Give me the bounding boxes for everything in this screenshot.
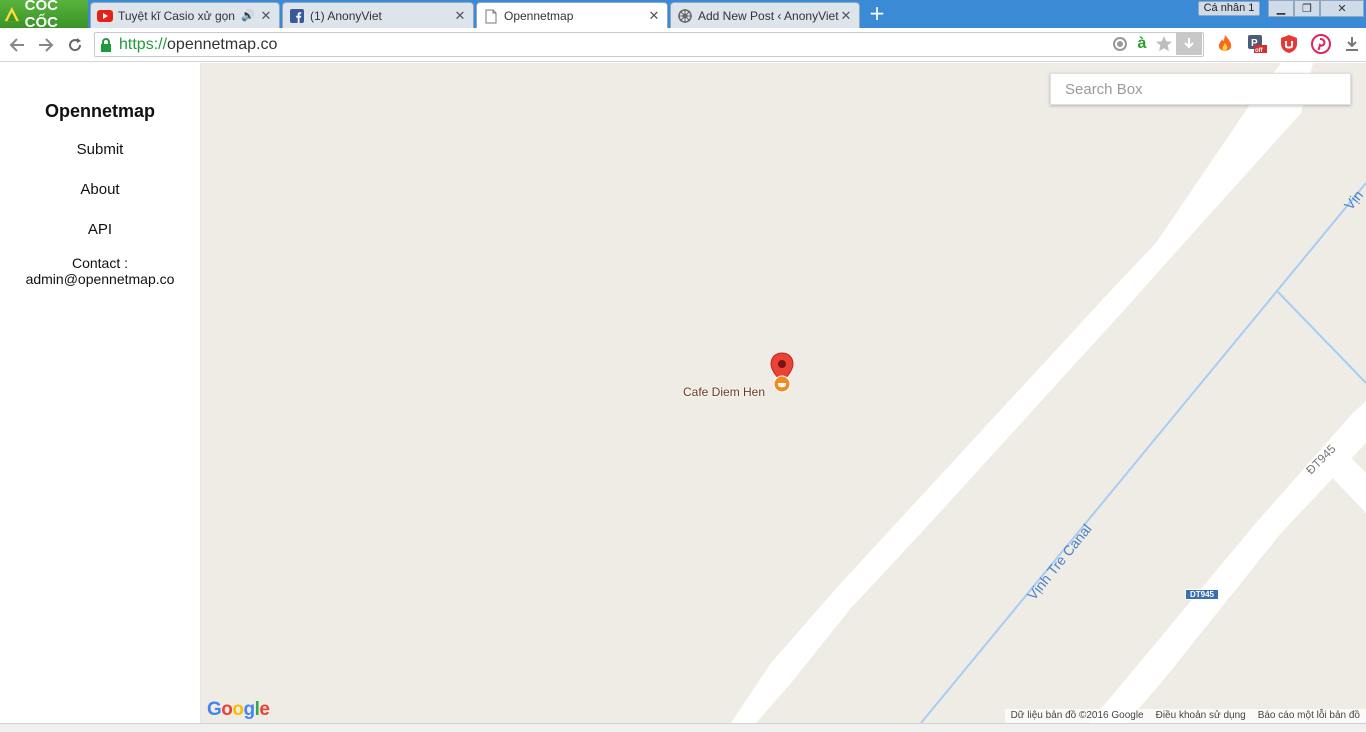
reload-icon[interactable] <box>63 33 87 57</box>
sidebar: Opennetmap Submit About API Contact : ad… <box>0 63 201 723</box>
tab-wordpress[interactable]: Add New Post ‹ AnonyViet ✕ <box>670 2 860 28</box>
terms-link[interactable]: Điều khoản sử dụng <box>1156 709 1246 723</box>
forward-icon[interactable] <box>34 33 58 57</box>
vietnamese-input-icon[interactable]: à <box>1131 33 1153 55</box>
download-page-icon[interactable] <box>1176 33 1202 55</box>
url-text: https://opennetmap.co <box>119 35 278 53</box>
contact-label: Contact : <box>71 255 129 271</box>
wordpress-icon <box>677 8 693 24</box>
minimize-icon[interactable]: ▁ <box>1268 0 1294 17</box>
tab-title: Add New Post ‹ AnonyViet <box>698 8 839 23</box>
report-error-link[interactable]: Báo cáo một lỗi bản đồ <box>1258 709 1360 723</box>
tab-facebook[interactable]: (1) AnonyViet ✕ <box>282 2 474 28</box>
road <box>731 63 1313 723</box>
downloads-icon[interactable] <box>1341 33 1363 55</box>
close-window-icon[interactable]: ✕ <box>1320 0 1364 17</box>
poi-label[interactable]: Cafe Diem Hen <box>683 385 765 399</box>
canal <box>1277 291 1366 384</box>
lock-icon <box>101 37 111 52</box>
youtube-icon <box>97 8 113 24</box>
google-logo[interactable]: Google <box>207 699 270 721</box>
map-data-credit: Dữ liệu bản đồ ©2016 Google <box>1010 710 1144 721</box>
tab-title: Opennetmap <box>504 9 574 23</box>
close-tab-icon[interactable]: ✕ <box>259 8 273 24</box>
address-bar[interactable]: https://opennetmap.co <box>94 32 1204 57</box>
back-icon[interactable] <box>5 33 29 57</box>
map-pin-icon[interactable] <box>769 352 795 394</box>
about-link[interactable]: About <box>0 181 200 198</box>
new-tab-button[interactable]: + <box>866 3 888 24</box>
contact-info: Contact : admin@opennetmap.co <box>0 255 200 287</box>
svg-text:off: off <box>1255 48 1264 54</box>
shield-extension-icon[interactable] <box>1278 33 1300 55</box>
close-tab-icon[interactable]: ✕ <box>839 8 853 24</box>
close-tab-icon[interactable]: ✕ <box>453 8 467 24</box>
pinterest-icon[interactable] <box>1310 33 1332 55</box>
toolbar: https://opennetmap.co à Poff <box>0 28 1366 62</box>
tab-youtube[interactable]: Tuyệt kĩ Casio xử gọn Đ 🔊 ✕ <box>90 2 280 28</box>
tab-strip: CỐC CỐC Tuyệt kĩ Casio xử gọn Đ 🔊 ✕ (1) … <box>0 0 1366 31</box>
api-link[interactable]: API <box>0 221 200 238</box>
canal-label: Vịnh Tre Canal <box>1024 521 1095 603</box>
coccoc-logo[interactable]: CỐC CỐC <box>0 0 88 31</box>
map-attribution: Dữ liệu bản đồ ©2016 Google Điều khoản s… <box>1004 709 1366 723</box>
facebook-icon <box>289 8 305 24</box>
map-canvas[interactable]: Vịnh Tre Canal Vịn ĐT945 Cafe Diem Hen D… <box>201 63 1366 723</box>
location-icon[interactable] <box>1109 33 1131 55</box>
browser-brand: CỐC CỐC <box>24 0 59 31</box>
speaker-icon[interactable]: 🔊 <box>241 9 255 22</box>
submit-link[interactable]: Submit <box>0 141 200 158</box>
road-shield: DT945 <box>1185 589 1219 600</box>
close-tab-icon[interactable]: ✕ <box>647 8 661 24</box>
site-title: Opennetmap <box>44 101 155 121</box>
tab-title: (1) AnonyViet <box>310 8 382 23</box>
coccoc-logo-icon <box>4 6 19 22</box>
bookmark-star-icon[interactable] <box>1153 33 1175 55</box>
status-strip <box>0 723 1366 732</box>
fire-extension-icon[interactable] <box>1214 33 1236 55</box>
page-icon <box>483 8 499 24</box>
tab-opennetmap[interactable]: Opennetmap ✕ <box>476 2 668 29</box>
search-input[interactable] <box>1050 73 1351 105</box>
contact-email[interactable]: admin@opennetmap.co <box>0 271 200 287</box>
profile-button[interactable]: Cá nhân 1 <box>1198 1 1260 16</box>
tab-title: Tuyệt kĩ Casio xử gọn Đ <box>118 8 238 23</box>
restore-icon[interactable]: ❐ <box>1294 0 1320 17</box>
proxy-off-extension-icon[interactable]: Poff <box>1246 33 1268 55</box>
